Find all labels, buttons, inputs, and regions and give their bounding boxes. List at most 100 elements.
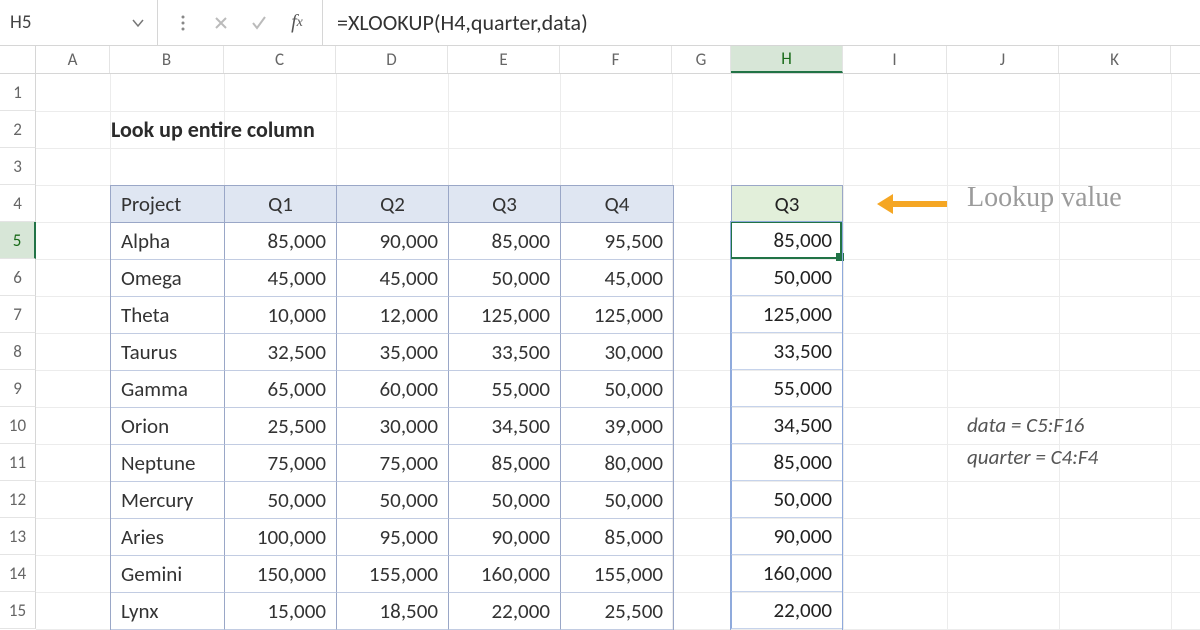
table-header-cell[interactable]: Q2	[337, 186, 449, 222]
lookup-value-cell[interactable]: Q3	[731, 185, 843, 222]
col-header-G[interactable]: G	[672, 46, 731, 73]
table-cell[interactable]: Gamma	[111, 371, 225, 408]
table-cell[interactable]: 75,000	[337, 445, 449, 482]
result-cell[interactable]: 22,000	[731, 592, 843, 629]
row-header-8[interactable]: 8	[0, 333, 36, 370]
row-header-15[interactable]: 15	[0, 592, 36, 629]
table-cell[interactable]: 32,500	[225, 334, 337, 371]
table-header-cell[interactable]: Project	[111, 186, 225, 222]
select-all-corner[interactable]	[0, 46, 36, 73]
col-header-D[interactable]: D	[336, 46, 448, 73]
table-cell[interactable]: 12,000	[337, 297, 449, 334]
table-header-cell[interactable]: Q3	[449, 186, 561, 222]
formula-input[interactable]: =XLOOKUP(H4,quarter,data)	[323, 0, 1200, 45]
row-header-5[interactable]: 5	[0, 222, 36, 259]
col-header-H[interactable]: H	[731, 46, 843, 73]
table-cell[interactable]: Theta	[111, 297, 225, 334]
table-cell[interactable]: Neptune	[111, 445, 225, 482]
grid[interactable]: Look up entire column ProjectQ1Q2Q3Q4Alp…	[36, 74, 1200, 629]
result-cell[interactable]: 160,000	[731, 555, 843, 592]
table-cell[interactable]: 33,500	[449, 334, 561, 371]
table-cell[interactable]: 18,500	[337, 593, 449, 630]
table-cell[interactable]: 65,000	[225, 371, 337, 408]
row-header-2[interactable]: 2	[0, 111, 36, 148]
table-cell[interactable]: 85,000	[225, 223, 337, 260]
result-cell[interactable]: 50,000	[731, 259, 843, 296]
table-cell[interactable]: 50,000	[337, 482, 449, 519]
table-cell[interactable]: 25,500	[561, 593, 673, 630]
table-cell[interactable]: 35,000	[337, 334, 449, 371]
table-cell[interactable]: Alpha	[111, 223, 225, 260]
col-header-E[interactable]: E	[448, 46, 560, 73]
table-cell[interactable]: 95,000	[337, 519, 449, 556]
table-cell[interactable]: 55,000	[449, 371, 561, 408]
result-cell[interactable]: 85,000	[731, 222, 843, 259]
result-cell[interactable]: 125,000	[731, 296, 843, 333]
table-cell[interactable]: 34,500	[449, 408, 561, 445]
row-header-12[interactable]: 12	[0, 481, 36, 518]
table-cell[interactable]: 85,000	[449, 223, 561, 260]
result-cell[interactable]: 33,500	[731, 333, 843, 370]
name-box[interactable]: H5	[0, 0, 158, 45]
table-cell[interactable]: 95,500	[561, 223, 673, 260]
table-cell[interactable]: 45,000	[561, 260, 673, 297]
table-cell[interactable]: 25,500	[225, 408, 337, 445]
chevron-down-icon[interactable]	[125, 10, 151, 36]
table-cell[interactable]: 60,000	[337, 371, 449, 408]
row-header-1[interactable]: 1	[0, 74, 36, 111]
table-cell[interactable]: Mercury	[111, 482, 225, 519]
table-cell[interactable]: 50,000	[449, 260, 561, 297]
result-cell[interactable]: 90,000	[731, 518, 843, 555]
table-cell[interactable]: 155,000	[337, 556, 449, 593]
table-cell[interactable]: 150,000	[225, 556, 337, 593]
table-cell[interactable]: 75,000	[225, 445, 337, 482]
col-header-K[interactable]: K	[1059, 46, 1171, 73]
row-header-7[interactable]: 7	[0, 296, 36, 333]
row-header-14[interactable]: 14	[0, 555, 36, 592]
col-header-I[interactable]: I	[843, 46, 947, 73]
table-cell[interactable]: 85,000	[561, 519, 673, 556]
row-header-4[interactable]: 4	[0, 185, 36, 222]
row-header-10[interactable]: 10	[0, 407, 36, 444]
row-header-3[interactable]: 3	[0, 148, 36, 185]
result-cell[interactable]: 34,500	[731, 407, 843, 444]
table-cell[interactable]: 50,000	[225, 482, 337, 519]
table-cell[interactable]: 50,000	[449, 482, 561, 519]
table-cell[interactable]: Lynx	[111, 593, 225, 630]
table-cell[interactable]: 85,000	[449, 445, 561, 482]
table-cell[interactable]: 100,000	[225, 519, 337, 556]
table-cell[interactable]: Omega	[111, 260, 225, 297]
table-cell[interactable]: 90,000	[449, 519, 561, 556]
col-header-B[interactable]: B	[110, 46, 224, 73]
table-cell[interactable]: 30,000	[561, 334, 673, 371]
row-header-13[interactable]: 13	[0, 518, 36, 555]
table-cell[interactable]: 125,000	[449, 297, 561, 334]
table-cell[interactable]: 39,000	[561, 408, 673, 445]
result-cell[interactable]: 50,000	[731, 481, 843, 518]
col-header-C[interactable]: C	[224, 46, 336, 73]
table-cell[interactable]: 15,000	[225, 593, 337, 630]
table-cell[interactable]: 90,000	[337, 223, 449, 260]
table-cell[interactable]: 50,000	[561, 371, 673, 408]
table-header-cell[interactable]: Q1	[225, 186, 337, 222]
row-header-6[interactable]: 6	[0, 259, 36, 296]
col-header-J[interactable]: J	[947, 46, 1059, 73]
result-cell[interactable]: 55,000	[731, 370, 843, 407]
col-header-F[interactable]: F	[560, 46, 672, 73]
table-cell[interactable]: Aries	[111, 519, 225, 556]
table-cell[interactable]: 50,000	[561, 482, 673, 519]
table-cell[interactable]: 10,000	[225, 297, 337, 334]
enter-icon[interactable]	[244, 8, 274, 38]
dots-icon[interactable]	[168, 8, 198, 38]
table-header-cell[interactable]: Q4	[561, 186, 673, 222]
table-cell[interactable]: Gemini	[111, 556, 225, 593]
table-cell[interactable]: 80,000	[561, 445, 673, 482]
table-cell[interactable]: 125,000	[561, 297, 673, 334]
fx-icon[interactable]: fx	[282, 8, 312, 38]
cancel-icon[interactable]	[206, 8, 236, 38]
table-cell[interactable]: 45,000	[337, 260, 449, 297]
table-cell[interactable]: 30,000	[337, 408, 449, 445]
table-cell[interactable]: Orion	[111, 408, 225, 445]
table-cell[interactable]: 160,000	[449, 556, 561, 593]
row-header-11[interactable]: 11	[0, 444, 36, 481]
